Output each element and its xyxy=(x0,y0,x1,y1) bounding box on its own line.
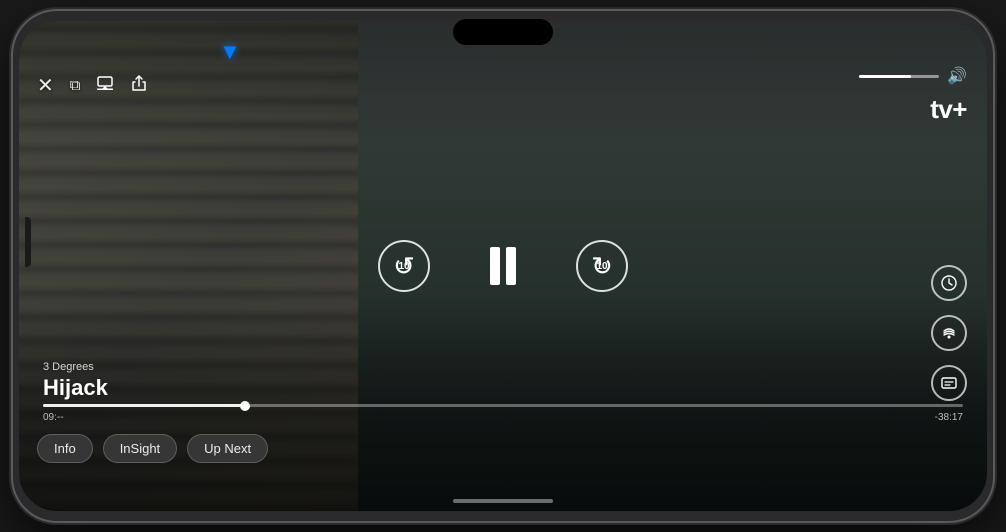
pause-button[interactable] xyxy=(490,247,516,285)
tab-up-next[interactable]: Up Next xyxy=(187,434,268,463)
forward-button[interactable]: 10 xyxy=(576,240,628,292)
phone-frame: ✕ ⧉ xyxy=(13,11,993,521)
close-button[interactable]: ✕ xyxy=(37,73,54,98)
time-row: 09:-- -38:17 xyxy=(43,412,963,423)
home-indicator xyxy=(453,499,553,503)
volume-fill xyxy=(859,75,911,78)
airplay-indicator-arrow xyxy=(219,39,241,65)
show-title: Hijack xyxy=(43,375,108,401)
rewind-button[interactable]: 10 xyxy=(378,240,430,292)
top-controls-bar: ✕ ⧉ xyxy=(19,73,987,98)
forward-label: 10 xyxy=(596,261,607,272)
show-subtitle: 3 Degrees xyxy=(43,361,108,373)
appletv-label: tv+ xyxy=(930,94,967,125)
playback-controls: 10 10 xyxy=(378,240,628,292)
subtitles-button[interactable] xyxy=(931,365,967,401)
remaining-time: -38:17 xyxy=(935,412,963,423)
appletv-logo: 🔊 tv+ xyxy=(859,66,967,125)
pip-button[interactable]: ⧉ xyxy=(70,77,81,94)
airplay-button[interactable] xyxy=(96,74,114,97)
rewind-label: 10 xyxy=(398,261,409,272)
screen: ✕ ⧉ xyxy=(19,21,987,511)
volume-slider[interactable] xyxy=(859,75,939,78)
show-info: 3 Degrees Hijack xyxy=(43,361,108,401)
tab-insight[interactable]: InSight xyxy=(103,434,177,463)
audio-button[interactable] xyxy=(931,315,967,351)
progress-bar-container[interactable]: 09:-- -38:17 xyxy=(43,404,963,423)
pause-bar-right xyxy=(506,247,516,285)
camera-cutout xyxy=(25,217,31,267)
tab-info[interactable]: Info xyxy=(37,434,93,463)
progress-fill xyxy=(43,404,245,407)
dynamic-island xyxy=(453,19,553,45)
volume-icon: 🔊 xyxy=(947,66,967,86)
current-time: 09:-- xyxy=(43,412,64,423)
share-button[interactable] xyxy=(130,74,148,97)
progress-track[interactable] xyxy=(43,404,963,407)
pause-bar-left xyxy=(490,247,500,285)
bottom-tab-bar: Info InSight Up Next xyxy=(19,434,987,463)
progress-thumb xyxy=(240,401,250,411)
right-utility-controls xyxy=(931,265,967,401)
speed-button[interactable] xyxy=(931,265,967,301)
